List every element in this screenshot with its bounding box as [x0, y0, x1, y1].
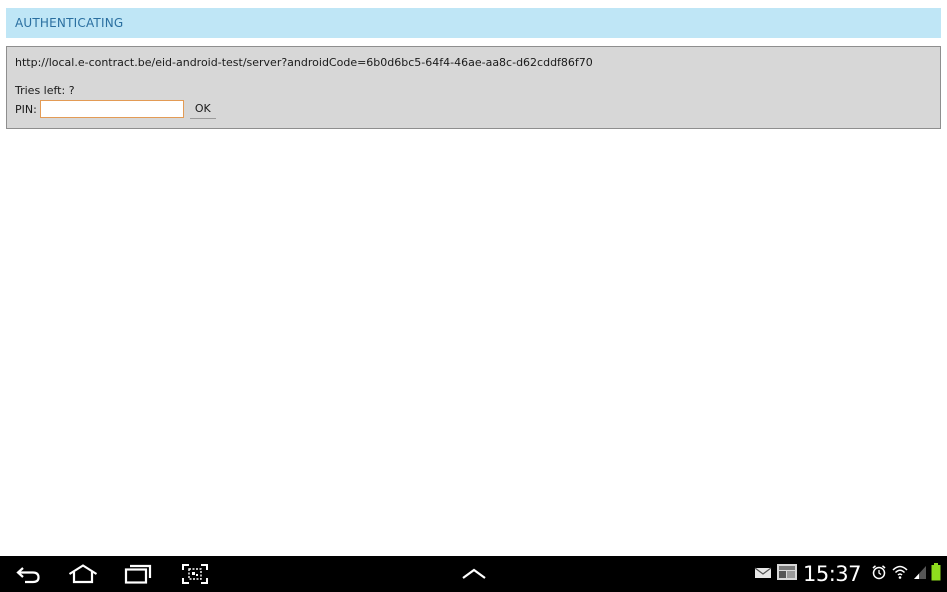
- chevron-up-icon[interactable]: [459, 563, 489, 585]
- recent-apps-icon[interactable]: [124, 563, 154, 585]
- status-area[interactable]: 15:37: [750, 556, 941, 592]
- ok-button[interactable]: OK: [189, 99, 216, 119]
- system-navigation-bar: 15:37: [0, 556, 947, 592]
- header-bar: AUTHENTICATING: [6, 8, 941, 38]
- pin-label: PIN:: [15, 102, 37, 116]
- pin-row: PIN: OK: [15, 99, 216, 119]
- authentication-panel: http://local.e-contract.be/eid-android-t…: [6, 46, 941, 129]
- email-icon: [754, 565, 772, 584]
- pin-input[interactable]: [39, 100, 184, 118]
- screenshot-icon[interactable]: [181, 563, 211, 585]
- battery-icon: [931, 563, 941, 585]
- back-icon[interactable]: [14, 563, 44, 585]
- wifi-icon: [891, 563, 909, 585]
- home-icon[interactable]: [67, 563, 98, 585]
- gallery-icon: [776, 563, 798, 585]
- header-title: AUTHENTICATING: [15, 16, 124, 30]
- clock: 15:37: [802, 562, 862, 586]
- alarm-icon: [871, 564, 887, 584]
- tries-left-text: Tries left: ?: [15, 84, 75, 97]
- signal-icon: [913, 564, 927, 584]
- server-url-text: http://local.e-contract.be/eid-android-t…: [15, 56, 593, 69]
